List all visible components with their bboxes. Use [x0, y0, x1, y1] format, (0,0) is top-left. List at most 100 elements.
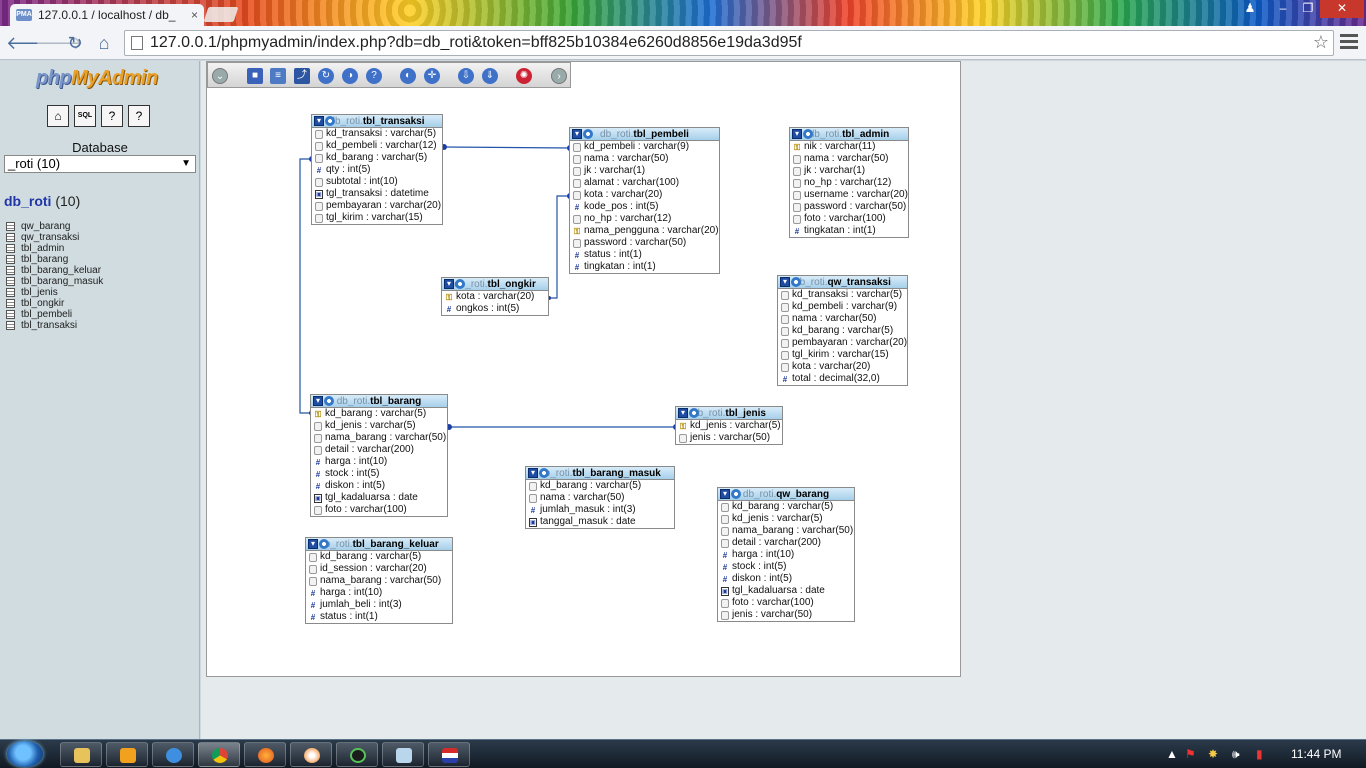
- home-icon[interactable]: ⌂: [93, 32, 115, 54]
- collapse-toggle-icon[interactable]: ▾: [313, 396, 323, 406]
- table-options-gear-icon[interactable]: [791, 277, 801, 287]
- address-bar[interactable]: 127.0.0.1/phpmyadmin/index.php?db=db_rot…: [124, 30, 1334, 56]
- sql-query-icon[interactable]: SQL: [74, 105, 96, 127]
- create-relation-icon[interactable]: ⤴: [294, 68, 310, 84]
- sidebar-table-item[interactable]: tbl_barang: [6, 254, 103, 265]
- minimize-button[interactable]: –: [1270, 0, 1296, 18]
- notepad-taskbar-icon[interactable]: [382, 742, 424, 767]
- sidebar-table-item[interactable]: qw_transaksi: [6, 232, 103, 243]
- bookmark-star-icon[interactable]: ☆: [1313, 32, 1329, 53]
- docs-icon[interactable]: ?: [101, 105, 123, 127]
- sidebar-table-item[interactable]: tbl_ongkir: [6, 298, 103, 309]
- column-row[interactable]: kd_barang : varchar(5): [306, 551, 452, 563]
- table-header[interactable]: ▾ db_roti.qw_transaksi: [778, 276, 907, 289]
- sidebar-table-item[interactable]: tbl_admin: [6, 243, 103, 254]
- firefox-taskbar-icon[interactable]: [244, 742, 286, 767]
- column-row[interactable]: jenis : varchar(50): [676, 432, 782, 444]
- column-row[interactable]: # status : int(1): [570, 249, 719, 261]
- column-row[interactable]: no_hp : varchar(12): [790, 177, 908, 189]
- reload-icon[interactable]: ↻: [318, 68, 334, 84]
- collapse-toggle-icon[interactable]: ▾: [720, 489, 730, 499]
- collapse-toggle-icon[interactable]: ▾: [528, 468, 538, 478]
- close-window-button[interactable]: ✕: [1320, 0, 1364, 18]
- table-options-gear-icon[interactable]: [324, 396, 334, 406]
- column-row[interactable]: pembayaran : varchar(20): [312, 200, 442, 212]
- column-row[interactable]: password : varchar(50): [570, 237, 719, 249]
- column-row[interactable]: ⚿ kd_barang : varchar(5): [311, 408, 447, 420]
- column-row[interactable]: kd_pembeli : varchar(9): [778, 301, 907, 313]
- user-icon[interactable]: ♟: [1238, 0, 1262, 18]
- tab-close-icon[interactable]: ×: [191, 8, 198, 22]
- table-header[interactable]: ▾ db_roti.tbl_pembeli: [570, 128, 719, 141]
- column-row[interactable]: kd_barang : varchar(5): [312, 152, 442, 164]
- column-row[interactable]: # stock : int(5): [718, 561, 854, 573]
- collapse-toggle-icon[interactable]: ▾: [308, 539, 318, 549]
- sidebar-table-item[interactable]: tbl_jenis: [6, 287, 103, 298]
- column-row[interactable]: kd_transaksi : varchar(5): [312, 128, 442, 140]
- column-row[interactable]: kd_jenis : varchar(5): [311, 420, 447, 432]
- column-row[interactable]: jk : varchar(1): [570, 165, 719, 177]
- column-row[interactable]: # kode_pos : int(5): [570, 201, 719, 213]
- column-row[interactable]: detail : varchar(200): [311, 444, 447, 456]
- column-row[interactable]: # status : int(1): [306, 611, 452, 623]
- column-row[interactable]: # stock : int(5): [311, 468, 447, 480]
- column-row[interactable]: # diskon : int(5): [311, 480, 447, 492]
- database-select[interactable]: _roti (10) ▼: [4, 155, 196, 173]
- column-row[interactable]: kd_barang : varchar(5): [718, 501, 854, 513]
- table-options-gear-icon[interactable]: [731, 489, 741, 499]
- column-row[interactable]: nama : varchar(50): [570, 153, 719, 165]
- column-row[interactable]: tgl_kirim : varchar(15): [312, 212, 442, 224]
- column-row[interactable]: ⚿ nama_pengguna : varchar(20): [570, 225, 719, 237]
- action-center-icon[interactable]: ⚑: [1185, 747, 1196, 761]
- column-row[interactable]: # harga : int(10): [306, 587, 452, 599]
- chrome-taskbar-icon[interactable]: [198, 742, 240, 767]
- column-row[interactable]: nama_barang : varchar(50): [306, 575, 452, 587]
- column-row[interactable]: # ongkos : int(5): [442, 303, 548, 315]
- column-row[interactable]: # qty : int(5): [312, 164, 442, 176]
- collapse-toggle-icon[interactable]: ▾: [314, 116, 324, 126]
- table-header[interactable]: ▾ db_roti.tbl_jenis: [676, 407, 782, 420]
- column-row[interactable]: foto : varchar(100): [790, 213, 908, 225]
- question-icon[interactable]: ?: [366, 68, 382, 84]
- column-row[interactable]: nama : varchar(50): [526, 492, 674, 504]
- column-row[interactable]: foto : varchar(100): [311, 504, 447, 516]
- column-row[interactable]: subtotal : int(10): [312, 176, 442, 188]
- column-row[interactable]: kota : varchar(20): [570, 189, 719, 201]
- column-row[interactable]: # diskon : int(5): [718, 573, 854, 585]
- column-row[interactable]: ⚿ nik : varchar(11): [790, 141, 908, 153]
- column-row[interactable]: # tingkatan : int(1): [790, 225, 908, 237]
- toggle-relations-icon[interactable]: ⇓: [482, 68, 498, 84]
- forward-arrow-icon[interactable]: 🡒: [35, 32, 83, 54]
- column-row[interactable]: kd_transaksi : varchar(5): [778, 289, 907, 301]
- table-box-tbl-jenis[interactable]: ▾ db_roti.tbl_jenis ⚿ kd_jenis : varchar(5)…: [675, 406, 783, 445]
- table-box-qw-transaksi[interactable]: ▾ db_roti.qw_transaksi kd_transaksi : varc…: [777, 275, 908, 386]
- table-box-qw-barang[interactable]: ▾ db_roti.qw_barang kd_barang : varchar(5)…: [717, 487, 855, 622]
- internet-explorer-taskbar-icon[interactable]: [152, 742, 194, 767]
- sidebar-table-item[interactable]: tbl_transaksi: [6, 320, 103, 331]
- column-row[interactable]: ⚿ kd_jenis : varchar(5): [676, 420, 782, 432]
- angular-links-icon[interactable]: ◐: [400, 68, 416, 84]
- column-row[interactable]: # harga : int(10): [718, 549, 854, 561]
- table-options-gear-icon[interactable]: [539, 468, 549, 478]
- maximize-button[interactable]: ❐: [1296, 0, 1320, 18]
- media-player-taskbar-icon[interactable]: [106, 742, 148, 767]
- new-tab-button[interactable]: [203, 7, 239, 22]
- table-box-tbl-pembeli[interactable]: ▾ db_roti.tbl_pembeli kd_pembeli : varchar…: [569, 127, 720, 274]
- db-title[interactable]: db_roti (10): [4, 193, 80, 209]
- column-row[interactable]: nama_barang : varchar(50): [311, 432, 447, 444]
- taskbar-clock[interactable]: 11:44 PM: [1291, 747, 1341, 761]
- column-row[interactable]: username : varchar(20): [790, 189, 908, 201]
- collapse-tables-icon[interactable]: ⇩: [458, 68, 474, 84]
- show-hidden-icons[interactable]: ▲: [1166, 747, 1178, 761]
- sidebar-table-item[interactable]: tbl_barang_keluar: [6, 265, 103, 276]
- column-row[interactable]: # jumlah_masuk : int(3): [526, 504, 674, 516]
- sidebar-table-item[interactable]: tbl_barang_masuk: [6, 276, 103, 287]
- column-row[interactable]: nama : varchar(50): [790, 153, 908, 165]
- column-row[interactable]: detail : varchar(200): [718, 537, 854, 549]
- phpmyadmin-logo[interactable]: phpMyAdmin: [36, 67, 158, 90]
- column-row[interactable]: alamat : varchar(100): [570, 177, 719, 189]
- column-row[interactable]: # jumlah_beli : int(3): [306, 599, 452, 611]
- column-row[interactable]: kd_jenis : varchar(5): [718, 513, 854, 525]
- media-app-taskbar-icon[interactable]: [290, 742, 332, 767]
- column-row[interactable]: kd_pembeli : varchar(12): [312, 140, 442, 152]
